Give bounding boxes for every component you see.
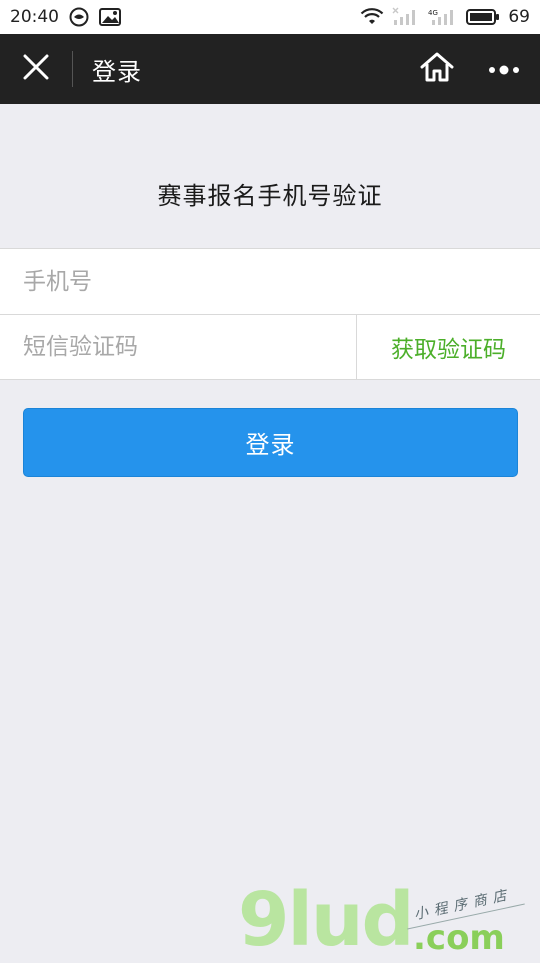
sms-code-input[interactable] — [0, 315, 356, 379]
signal-sim1-icon — [392, 7, 420, 27]
status-bar-right: 4G 69 — [360, 7, 530, 27]
login-button[interactable]: 登录 — [23, 408, 518, 477]
page-heading: 赛事报名手机号验证 — [157, 182, 383, 210]
watermark-domain: .com — [413, 918, 505, 958]
watermark-brand: 9lud — [238, 877, 415, 963]
get-code-button[interactable]: 获取验证码 — [357, 315, 540, 379]
more-button[interactable] — [468, 34, 540, 104]
home-icon — [419, 51, 455, 87]
wifi-icon — [360, 8, 384, 26]
code-row: 获取验证码 — [0, 314, 540, 379]
status-bar: 20:40 4G 69 — [0, 0, 540, 34]
nav-divider — [72, 51, 73, 87]
battery-level: 69 — [508, 7, 530, 27]
nav-actions — [406, 34, 540, 104]
image-notification-icon — [99, 8, 121, 26]
chat-notification-icon — [69, 7, 89, 27]
nav-bar: 登录 — [0, 34, 540, 104]
network-type-label: 4G — [428, 9, 438, 17]
watermark-logo: 9lud 小程序商店 .com — [238, 880, 538, 960]
close-icon — [23, 54, 49, 84]
verification-form: 获取验证码 — [0, 248, 540, 380]
home-button[interactable] — [406, 34, 468, 104]
more-icon — [488, 60, 520, 79]
nav-title: 登录 — [92, 57, 142, 86]
battery-icon — [466, 8, 500, 26]
phone-input[interactable] — [0, 249, 540, 314]
close-button[interactable] — [0, 34, 72, 104]
signal-sim2-icon: 4G — [428, 7, 458, 27]
status-time: 20:40 — [10, 7, 59, 27]
phone-row — [0, 249, 540, 314]
status-bar-left: 20:40 — [10, 7, 121, 27]
